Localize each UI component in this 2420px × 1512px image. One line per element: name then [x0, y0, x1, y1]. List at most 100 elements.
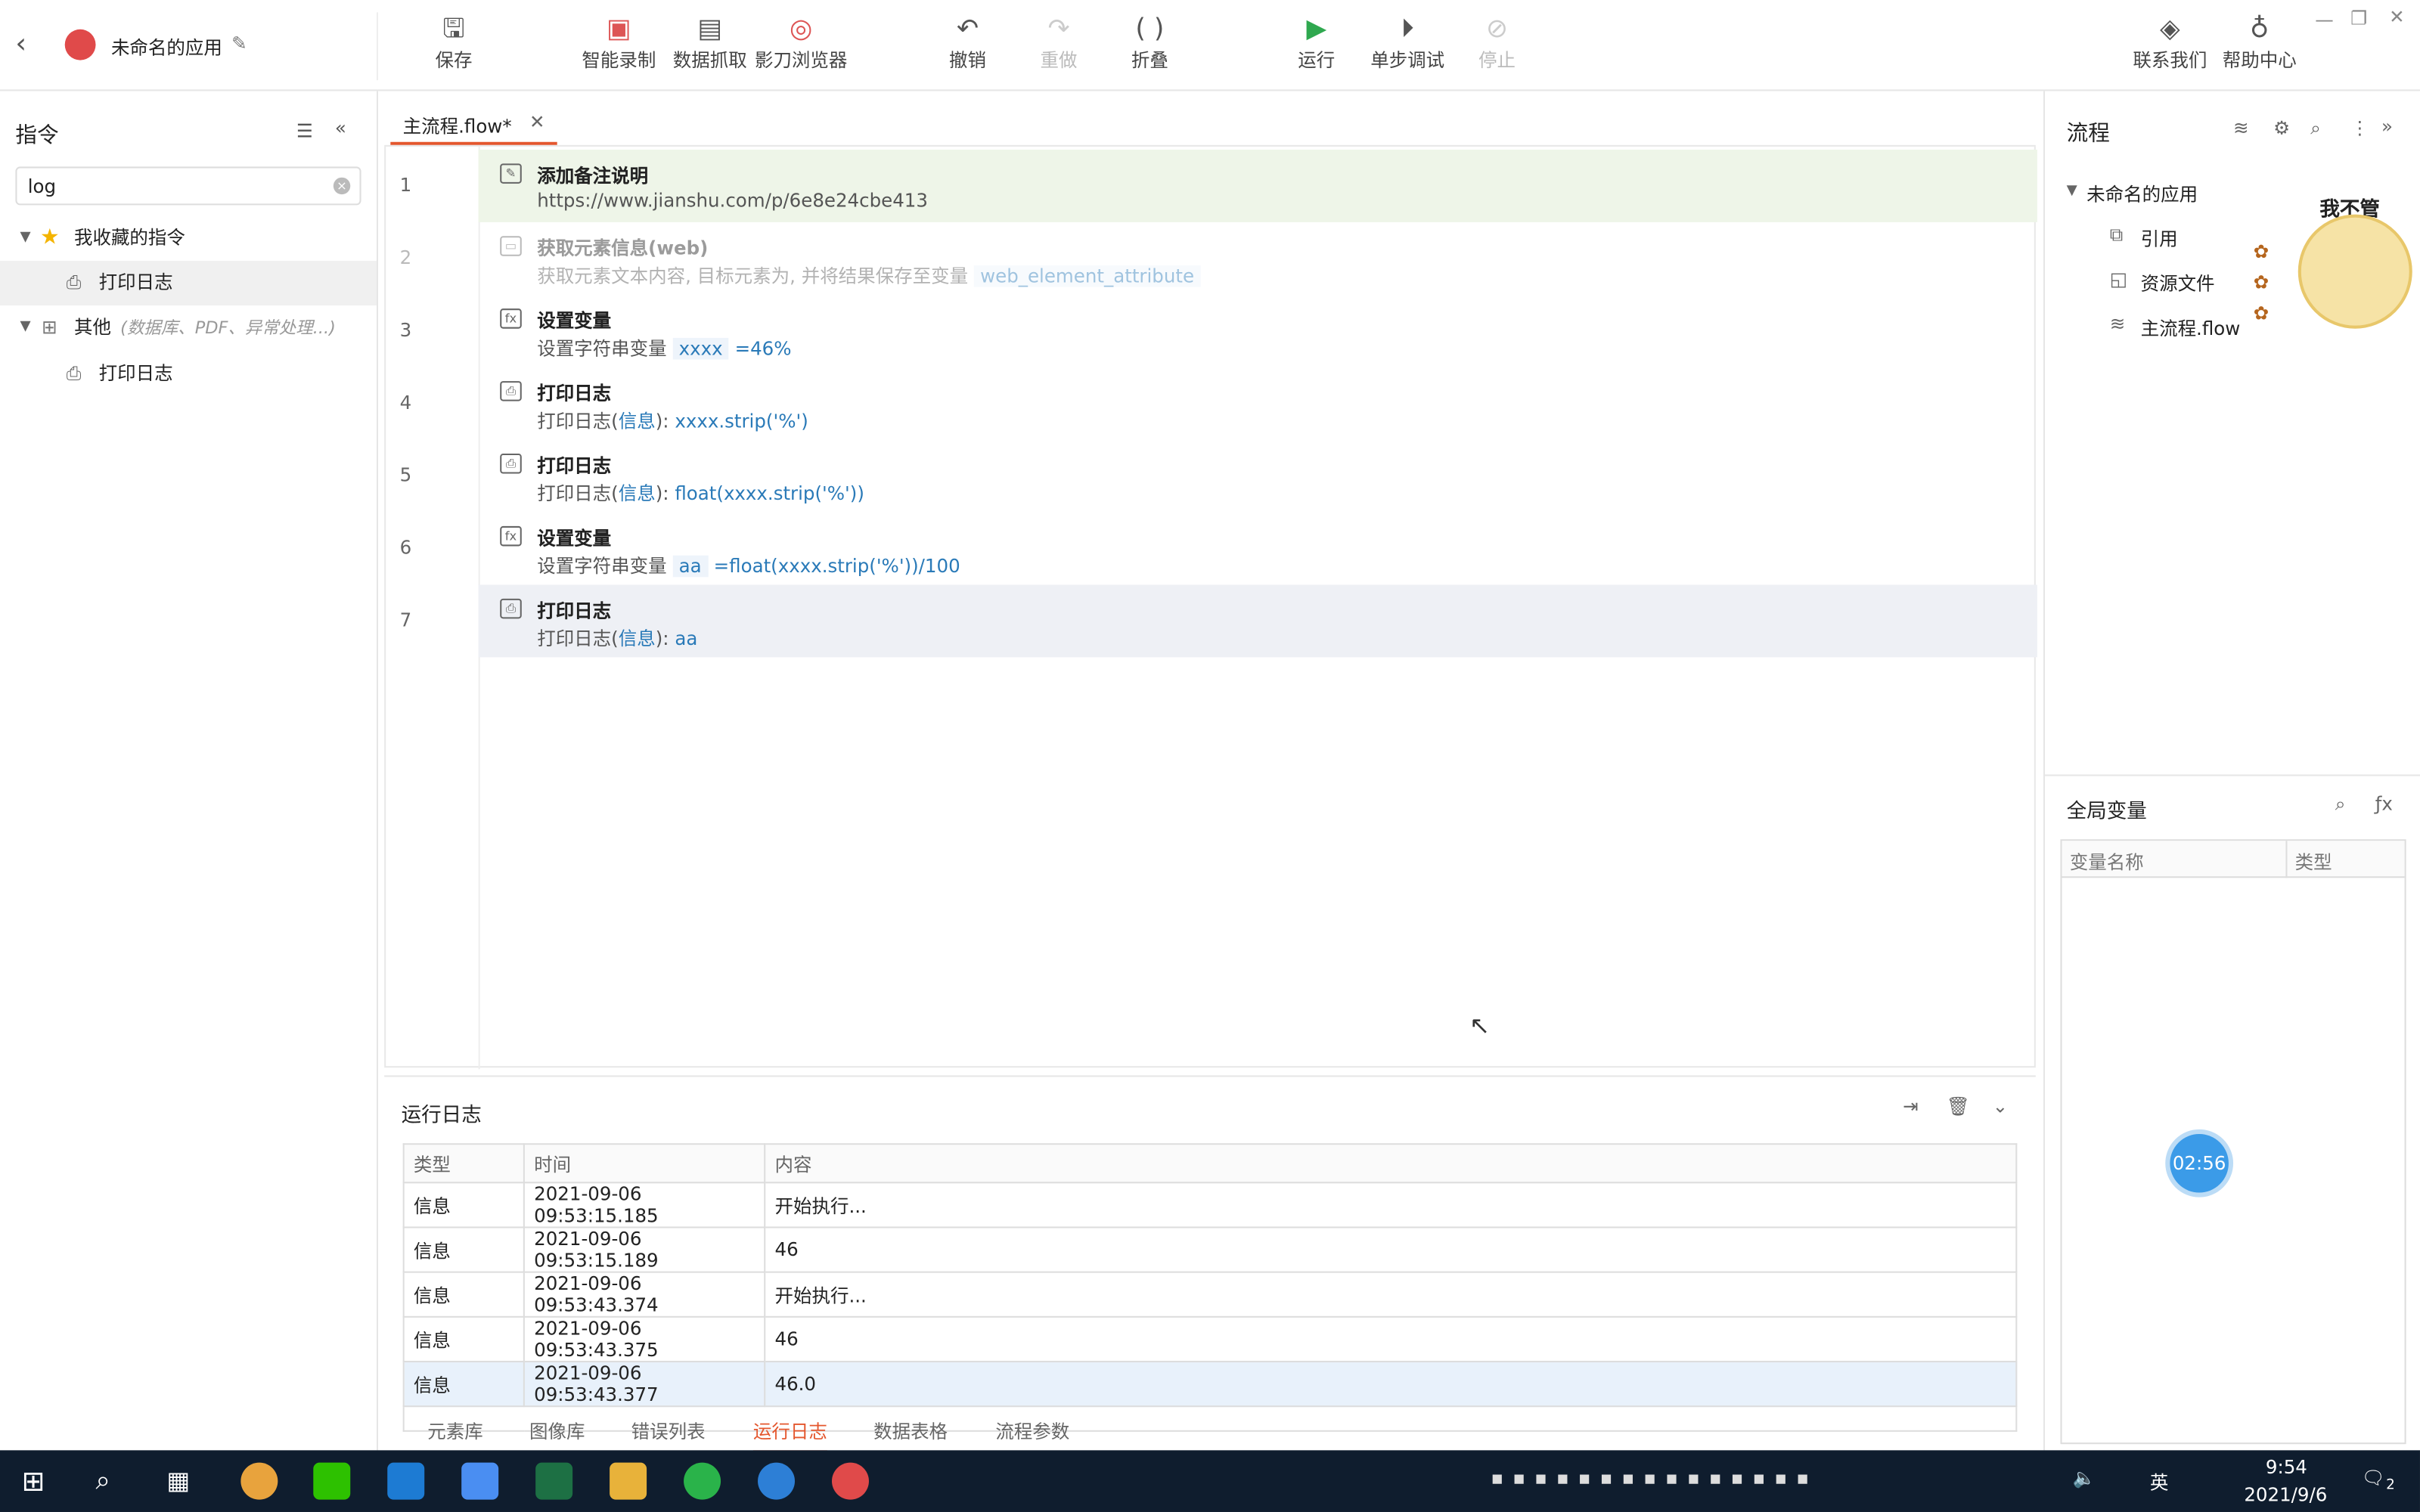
- flow-row[interactable]: 3 fx 设置变量 设置字符串变量 xxxx =46%: [400, 295, 2037, 367]
- chevron-down-icon[interactable]: ⌄: [1993, 1095, 2009, 1117]
- folder-icon[interactable]: [610, 1462, 647, 1500]
- redo-button[interactable]: ↷ 重做: [1013, 12, 1105, 73]
- save-button[interactable]: 🖫 保存: [408, 12, 500, 73]
- tab-error-list[interactable]: 错误列表: [631, 1418, 706, 1444]
- tree-item-resources[interactable]: 资源文件: [2141, 270, 2215, 296]
- edit-name-icon[interactable]: ✎: [231, 33, 247, 54]
- flow-row[interactable]: 5 ⎙ 打印日志 打印日志(信息): float(xxxx.strip('%')…: [400, 440, 2037, 513]
- mouse-cursor-icon: ↖: [1469, 1010, 1491, 1040]
- tab-main-flow[interactable]: 主流程.flow* ✕: [390, 98, 557, 145]
- star-icon: ★: [40, 225, 60, 250]
- table-row[interactable]: 信息 2021-09-06 09:53:43.374 开始执行...: [402, 1271, 2018, 1318]
- printer-icon: ⎙: [500, 598, 522, 619]
- caret-down-icon: ▼: [2066, 183, 2077, 200]
- globals-title: 全局变量: [2066, 801, 2147, 824]
- table-row[interactable]: 信息 2021-09-06 09:53:43.377 46.0: [402, 1360, 2018, 1408]
- favorites-group[interactable]: ▼ ★ 我收藏的指令: [0, 216, 377, 261]
- trash-icon[interactable]: 🗑: [1946, 1095, 1969, 1117]
- data-capture-button[interactable]: ▤ 数据抓取: [664, 12, 756, 73]
- table-row[interactable]: 信息 2021-09-06 09:53:43.375 46: [402, 1315, 2018, 1363]
- tab-run-log[interactable]: 运行日志: [752, 1418, 827, 1454]
- fold-button[interactable]: ( ) 折叠: [1103, 12, 1196, 73]
- gear-icon[interactable]: ⚙: [2273, 117, 2290, 139]
- close-window-icon[interactable]: ✕: [2389, 6, 2405, 28]
- save-icon: 🖫: [442, 14, 465, 45]
- bulb-icon: ♁: [2250, 14, 2270, 45]
- help-button[interactable]: ♁ 帮助中心: [2214, 12, 2306, 73]
- play-icon: ▶: [1306, 14, 1327, 45]
- app-icon[interactable]: [387, 1462, 425, 1500]
- stop-icon: ⊘: [1486, 14, 1509, 45]
- tree-item-ref[interactable]: 引用: [2141, 225, 2178, 252]
- search-input[interactable]: log ×: [15, 166, 361, 206]
- log-title: 运行日志: [401, 1105, 482, 1128]
- search-icon[interactable]: ⌕: [96, 1466, 110, 1497]
- layers-icon[interactable]: ≋: [2233, 117, 2249, 139]
- tab-element-lib[interactable]: 元素库: [427, 1418, 483, 1444]
- clock-date[interactable]: 2021/9/6: [2244, 1484, 2327, 1506]
- other-item-print-log[interactable]: ⎙ 打印日志: [0, 352, 377, 396]
- table-row[interactable]: 信息 2021-09-06 09:53:15.185 开始执行...: [402, 1182, 2018, 1228]
- command-panel: 指令 ☰ « log × ▼ ★ 我收藏的指令 ⎙ 打印日志 ▼ ⊞ 其他 (数…: [0, 91, 378, 1451]
- flow-file-icon: ≋: [2109, 313, 2126, 335]
- caret-down-icon: ▼: [20, 230, 31, 246]
- tab-image-lib[interactable]: 图像库: [529, 1418, 585, 1444]
- table-row[interactable]: 信息 2021-09-06 09:53:15.189 46: [402, 1226, 2018, 1273]
- fav-item-print-log[interactable]: ⎙ 打印日志: [0, 260, 377, 306]
- clock-time[interactable]: 9:54: [2266, 1457, 2307, 1479]
- search-icon[interactable]: ⌕: [2310, 117, 2321, 141]
- excel-icon[interactable]: [535, 1462, 573, 1500]
- stop-button[interactable]: ⊘ 停止: [1450, 12, 1543, 73]
- flow-row[interactable]: 4 ⎙ 打印日志 打印日志(信息): xxxx.strip('%'): [400, 367, 2037, 440]
- contact-button[interactable]: ◈ 联系我们: [2124, 12, 2216, 73]
- back-arrow-icon[interactable]: ‹: [15, 28, 26, 60]
- timer-badge[interactable]: 02:56: [2165, 1129, 2234, 1198]
- export-icon[interactable]: ⇥: [1903, 1095, 1919, 1117]
- other-group[interactable]: ▼ ⊞ 其他 (数据库、PDF、异常处理...): [0, 305, 377, 350]
- clear-icon[interactable]: ×: [333, 177, 351, 195]
- tree-item-main-flow[interactable]: 主流程.flow: [2141, 314, 2241, 341]
- windows-start-icon[interactable]: ⊞: [22, 1466, 45, 1498]
- tray-icons: ▪▪▪▪▪▪▪▪▪▪▪▪▪▪▪: [1491, 1467, 1819, 1489]
- run-button[interactable]: ▶ 运行: [1270, 12, 1363, 73]
- more-icon[interactable]: ⋮: [2350, 117, 2369, 139]
- tab-data-table[interactable]: 数据表格: [873, 1418, 948, 1444]
- printer-icon: ⎙: [500, 381, 522, 401]
- yingdao-icon[interactable]: [831, 1462, 869, 1500]
- browser-button[interactable]: ◎ 影刀浏览器: [755, 12, 847, 73]
- caret-down-icon: ▼: [20, 319, 31, 335]
- volume-icon[interactable]: 🔈: [2073, 1467, 2096, 1489]
- add-variable-icon[interactable]: ƒx: [2375, 793, 2393, 815]
- flower-icon: ✿: [2253, 302, 2270, 324]
- undo-button[interactable]: ↶ 撤销: [921, 12, 1013, 73]
- flower-icon: ✿: [2253, 240, 2270, 262]
- ime-lang[interactable]: 英: [2150, 1469, 2169, 1495]
- toolbar: ‹ 未命名的应用 ✎ 🖫 保存 ▣ 智能录制 ▤ 数据抓取 ◎ 影刀浏览器 ↶ 撤销 ↷ 重…: [0, 0, 2420, 91]
- minimize-icon[interactable]: —: [2315, 9, 2333, 31]
- tree-root[interactable]: 未命名的应用: [2086, 181, 2198, 207]
- browser-icon: ◎: [790, 14, 813, 45]
- notification-icon[interactable]: 🗨: [2361, 1467, 2384, 1489]
- flow-row[interactable]: 7 ⎙ 打印日志 打印日志(信息): aa: [400, 584, 2037, 658]
- flow-row[interactable]: 1 ✎ 添加备注说明 https://www.jianshu.com/p/6e8…: [400, 149, 2037, 222]
- expand-icon[interactable]: »: [2381, 116, 2393, 138]
- restore-icon[interactable]: ❐: [2350, 8, 2367, 29]
- wechat-icon[interactable]: [313, 1462, 351, 1500]
- green-app-icon[interactable]: [684, 1462, 721, 1500]
- resource-icon: ◱: [2109, 268, 2127, 290]
- smart-record-button[interactable]: ▣ 智能录制: [572, 12, 665, 73]
- collapse-icon[interactable]: «: [335, 117, 346, 139]
- flow-row[interactable]: 2 ▭ 获取元素信息(web) 获取元素文本内容, 目标元素为, 并将结果保存至…: [400, 222, 2037, 295]
- flow-row[interactable]: 6 fx 设置变量 设置字符串变量 aa =float(xxxx.strip('…: [400, 513, 2037, 585]
- step-debug-button[interactable]: ⏵ 单步调试: [1361, 12, 1454, 73]
- sort-icon[interactable]: ☰: [296, 120, 313, 142]
- web-element-icon: ▭: [500, 236, 522, 256]
- close-tab-icon[interactable]: ✕: [529, 111, 545, 133]
- feishu-icon[interactable]: [461, 1462, 499, 1500]
- chrome-icon[interactable]: [240, 1462, 278, 1500]
- task-view-icon[interactable]: ▦: [166, 1466, 190, 1495]
- search-icon[interactable]: ⌕: [2335, 793, 2346, 816]
- tab-flow-params[interactable]: 流程参数: [995, 1418, 1069, 1444]
- app-name: 未命名的应用: [110, 36, 222, 59]
- search-app-icon[interactable]: [758, 1462, 796, 1500]
